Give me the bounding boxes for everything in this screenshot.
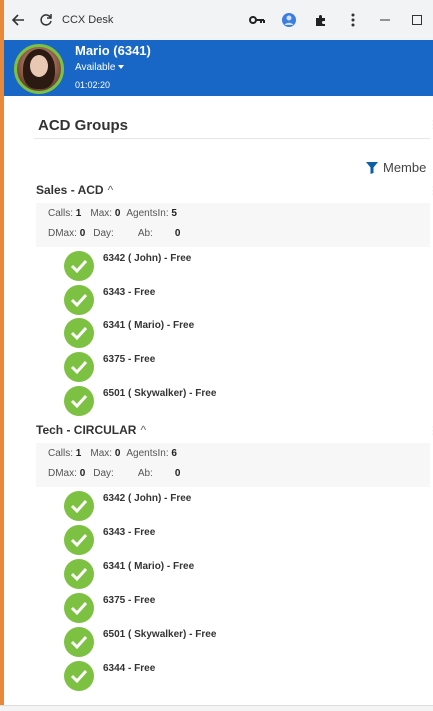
- agentsin-value: 5: [171, 208, 177, 219]
- ab-value: 0: [174, 228, 181, 239]
- stats-row-2: DMax: 0 Day: Ab: 0: [48, 228, 180, 239]
- member-label: 6343 - Free: [103, 527, 156, 538]
- max-label: Max:: [90, 208, 113, 219]
- member-label: 6344 - Free: [103, 663, 156, 674]
- profile-icon: [282, 13, 296, 27]
- reload-icon: [40, 14, 52, 26]
- check-icon: [64, 661, 94, 691]
- members-filter-label: Membe: [383, 160, 427, 175]
- maximize-icon: [412, 15, 422, 25]
- member-label: 6343 - Free: [103, 287, 156, 298]
- agent-status-label: Available: [75, 62, 116, 73]
- reload-button[interactable]: [32, 6, 60, 34]
- day-label: Day:: [93, 228, 114, 239]
- check-icon: [64, 559, 94, 589]
- agent-timer: 01:02:20: [75, 80, 111, 90]
- ab-label: Ab:: [137, 228, 153, 239]
- group-menu-icon[interactable]: ⋮: [428, 424, 433, 437]
- puzzle-icon: [316, 15, 325, 26]
- agent-status-dropdown[interactable]: Available: [75, 62, 125, 73]
- check-icon: [64, 251, 94, 281]
- minimize-button[interactable]: [369, 6, 401, 34]
- check-icon: [64, 285, 94, 315]
- check-icon: [64, 318, 94, 348]
- browser-menu-button[interactable]: [337, 6, 369, 34]
- group-stats: Calls: 1 Max: 0 AgentsIn: 5 DMax: 0 Day:…: [36, 203, 430, 247]
- member-label: 6342 ( John) - Free: [103, 253, 192, 264]
- chevron-up-icon: ^: [107, 183, 114, 197]
- calls-label: Calls:: [48, 448, 74, 459]
- key-icon: [249, 16, 265, 24]
- member-label: 6341 ( Mario) - Free: [103, 320, 195, 331]
- member-label: 6342 ( John) - Free: [103, 493, 192, 504]
- dmax-label: DMax:: [48, 468, 77, 479]
- group-name: Sales - ACD: [36, 183, 104, 197]
- day-label: Day:: [93, 468, 114, 479]
- member-label: 6375 - Free: [103, 354, 156, 365]
- member-label: 6341 ( Mario) - Free: [103, 561, 195, 572]
- maximize-button[interactable]: [401, 6, 433, 34]
- check-icon: [64, 593, 94, 623]
- minimize-icon: [380, 19, 390, 21]
- max-label: Max:: [90, 448, 113, 459]
- filter-icon: [366, 161, 378, 174]
- member-label: 6501 ( Skywalker) - Free: [103, 629, 217, 640]
- more-vertical-icon: [351, 13, 355, 27]
- ab-label: Ab:: [137, 468, 153, 479]
- member-label: 6375 - Free: [103, 595, 156, 606]
- stats-row-1: Calls: 1 Max: 0 AgentsIn: 6: [48, 448, 177, 459]
- profile-button[interactable]: [273, 6, 305, 34]
- password-key-button[interactable]: [241, 6, 273, 34]
- avatar[interactable]: [14, 44, 64, 94]
- agent-name: Mario (6341): [75, 43, 151, 58]
- window-title: CCX Desk: [62, 14, 114, 26]
- agentsin-label: AgentsIn:: [126, 448, 169, 459]
- chevron-up-icon: ^: [140, 423, 147, 437]
- extensions-button[interactable]: [305, 6, 337, 34]
- check-icon: [64, 491, 94, 521]
- window-bottom-edge: [0, 705, 433, 711]
- agentsin-label: AgentsIn:: [126, 208, 169, 219]
- group-menu-icon[interactable]: ⋮: [428, 184, 433, 197]
- dmax-label: DMax:: [48, 228, 77, 239]
- check-icon: [64, 525, 94, 555]
- stats-row-1: Calls: 1 Max: 0 AgentsIn: 5: [48, 208, 177, 219]
- avatar-face: [30, 55, 48, 77]
- members-filter-button[interactable]: Membe: [366, 160, 426, 175]
- back-button[interactable]: [4, 6, 32, 34]
- group-header-tech[interactable]: Tech - CIRCULAR ^: [36, 423, 146, 437]
- window-frame: [0, 0, 4, 710]
- page-menu-icon[interactable]: ⋮: [428, 118, 433, 131]
- group-stats: Calls: 1 Max: 0 AgentsIn: 6 DMax: 0 Day:…: [36, 443, 430, 487]
- check-icon: [64, 386, 94, 416]
- page-title: ACD Groups: [38, 117, 128, 134]
- browser-toolbar: CCX Desk: [4, 0, 433, 40]
- group-name: Tech - CIRCULAR: [36, 423, 137, 437]
- group-header-sales[interactable]: Sales - ACD ^: [36, 183, 113, 197]
- caret-down-icon: [118, 65, 125, 70]
- member-label: 6501 ( Skywalker) - Free: [103, 388, 217, 399]
- agentsin-value: 6: [171, 448, 177, 459]
- calls-label: Calls:: [48, 208, 74, 219]
- arrow-left-icon: [11, 14, 24, 26]
- agent-header: Mario (6341) Available 01:02:20: [4, 40, 433, 96]
- check-icon: [64, 627, 94, 657]
- ab-value: 0: [174, 468, 181, 479]
- stats-row-2: DMax: 0 Day: Ab: 0: [48, 468, 180, 479]
- title-divider: [34, 138, 430, 139]
- check-icon: [64, 352, 94, 382]
